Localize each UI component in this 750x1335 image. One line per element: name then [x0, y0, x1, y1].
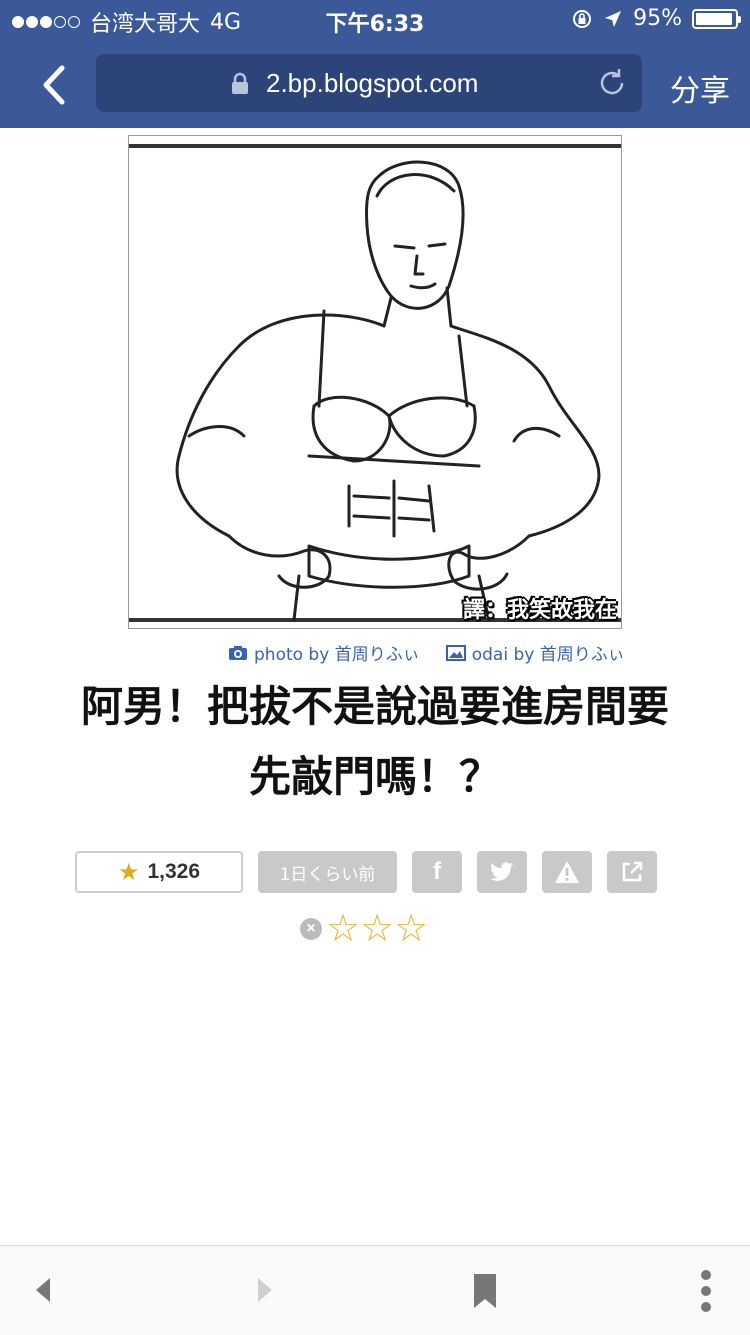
battery-percent: 95%	[633, 6, 682, 31]
post-title-line-2: 先敲門嗎！？	[248, 752, 501, 801]
bottom-toolbar	[0, 1245, 750, 1335]
nav-forward-icon[interactable]	[254, 1274, 276, 1306]
lock-icon	[232, 72, 248, 94]
facebook-share-button[interactable]: f	[412, 851, 462, 893]
status-bar: 台湾大哥大 4G 下午6:33 95%	[0, 0, 750, 40]
image-icon	[445, 644, 466, 661]
browser-nav-bar: 2.bp.blogspot.com 分享	[0, 40, 750, 128]
url-bar[interactable]: 2.bp.blogspot.com	[96, 54, 642, 112]
post-title-line-1: 阿男！把拔不是說過要進房間要	[80, 682, 669, 731]
twitter-icon	[490, 862, 513, 881]
warning-icon	[555, 861, 579, 883]
open-external-button[interactable]	[607, 851, 657, 893]
image-credits: photo by 首周りふぃ odai by 首周りふぃ	[228, 640, 625, 665]
facebook-icon: f	[433, 858, 441, 885]
post-image: 譯：我笑故我在	[128, 135, 622, 629]
clear-icon[interactable]: ×	[300, 918, 322, 940]
post-title: 阿男！把拔不是說過要進房間要 先敲門嗎！？	[20, 672, 730, 812]
action-bar: ★ 1,326 1日くらい前 f	[0, 851, 750, 895]
camera-icon	[229, 645, 247, 660]
translation-caption: 譯：我笑故我在	[462, 598, 617, 623]
star-rating: × ☆☆☆	[300, 910, 428, 948]
back-arrow-icon[interactable]	[30, 60, 80, 110]
like-button[interactable]: ★ 1,326	[75, 851, 243, 893]
odai-credit-link[interactable]: odai by 首周りふぃ	[472, 640, 625, 665]
twitter-share-button[interactable]	[477, 851, 527, 893]
star-icon: ★	[117, 858, 140, 886]
like-count: 1,326	[147, 860, 201, 883]
reload-icon[interactable]	[596, 66, 628, 100]
location-icon	[605, 10, 622, 27]
photo-credit-link[interactable]: photo by 首周りふぃ	[254, 640, 420, 665]
battery-icon	[692, 8, 741, 29]
share-button[interactable]: 分享	[670, 66, 730, 110]
rating-stars[interactable]: ☆☆☆	[326, 910, 428, 948]
orientation-lock-icon	[573, 9, 592, 28]
bookmark-icon[interactable]	[472, 1272, 498, 1310]
more-icon[interactable]	[696, 1268, 716, 1314]
external-link-icon	[622, 861, 643, 882]
time-ago-badge: 1日くらい前	[258, 851, 397, 893]
url-text: 2.bp.blogspot.com	[266, 68, 479, 98]
nav-back-icon[interactable]	[32, 1274, 54, 1306]
report-button[interactable]	[542, 851, 592, 893]
cartoon-illustration	[129, 144, 621, 622]
